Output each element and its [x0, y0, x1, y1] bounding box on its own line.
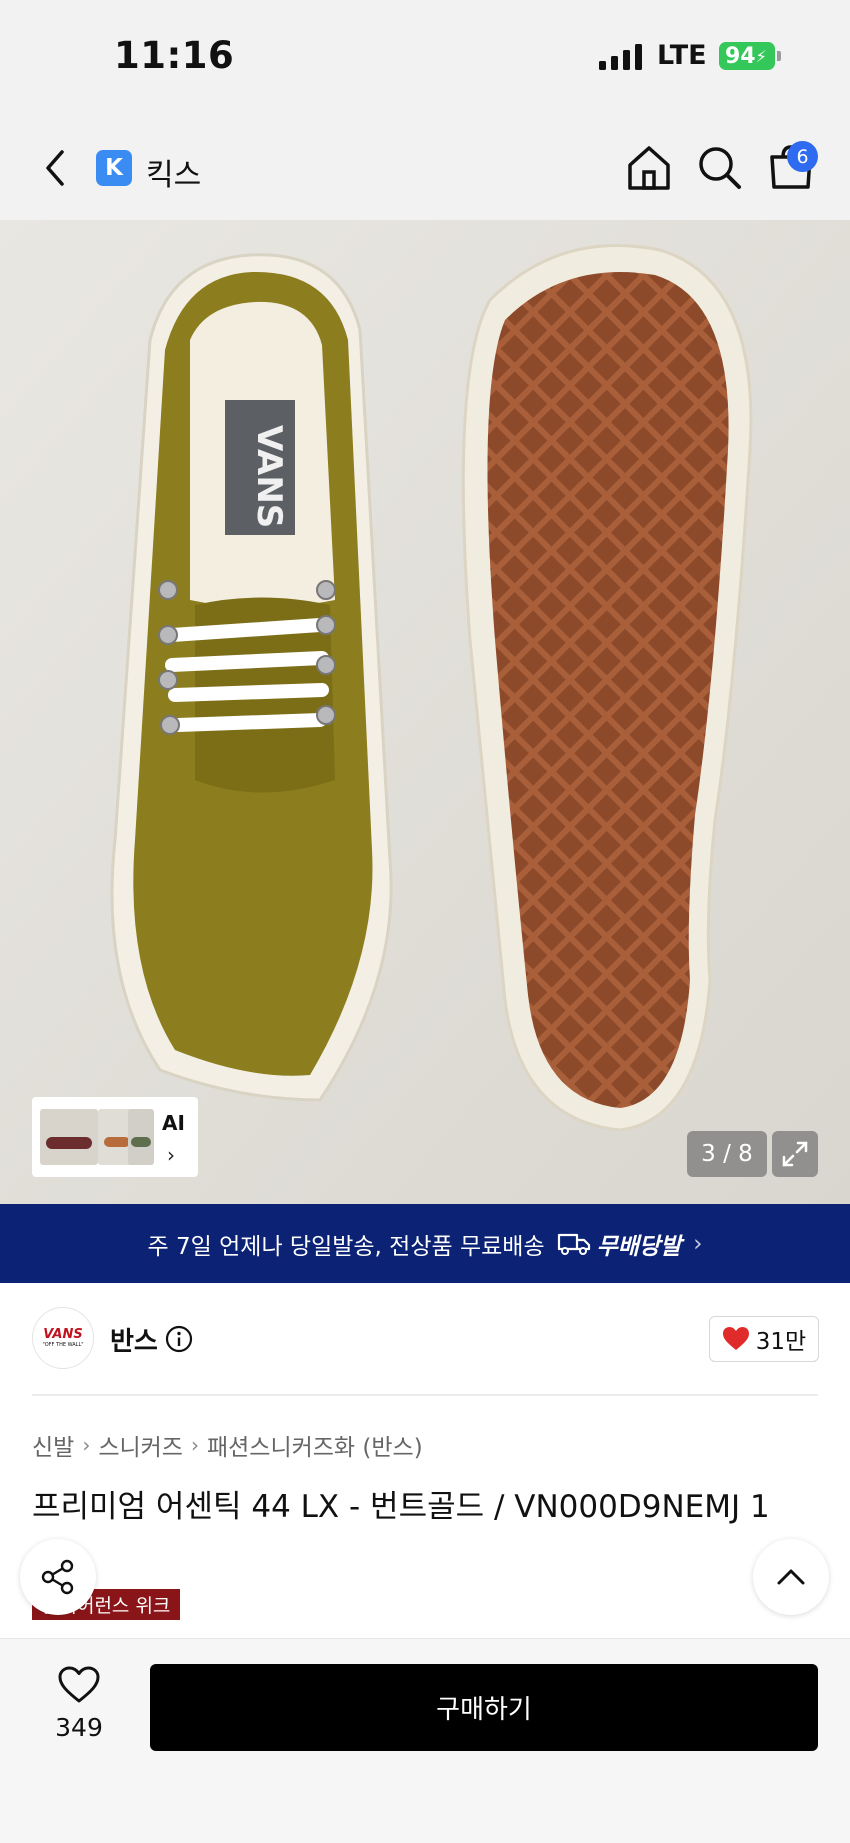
share-icon	[41, 1559, 74, 1595]
brand-logo-sub: "OFF THE WALL"	[42, 1341, 84, 1348]
chevron-right-icon: ›	[82, 1433, 91, 1457]
back-icon[interactable]	[38, 148, 74, 188]
svg-text:VANS: VANS	[249, 425, 289, 528]
heart-outline-icon	[58, 1666, 100, 1703]
status-time: 11:16	[114, 34, 235, 77]
chevron-right-icon: ›	[190, 1433, 199, 1457]
share-button[interactable]	[20, 1539, 96, 1615]
app-logo: K	[96, 150, 132, 186]
thumbnail-1[interactable]	[40, 1109, 98, 1165]
chevron-right-icon: ›	[167, 1143, 175, 1167]
image-counter: 3 / 8	[687, 1131, 767, 1177]
product-image[interactable]: VANS	[0, 220, 850, 1204]
brand-name[interactable]: 반스	[110, 1321, 158, 1358]
breadcrumb-item[interactable]: 스니커즈	[98, 1428, 183, 1462]
brand-like-button[interactable]: 31만	[709, 1316, 819, 1362]
brand-like-count: 31만	[755, 1329, 807, 1355]
divider	[32, 1394, 818, 1396]
thumbnail-3[interactable]	[128, 1109, 154, 1165]
charging-icon: ⚡	[755, 46, 767, 66]
search-icon[interactable]	[697, 145, 743, 191]
brand-logo-text: VANS	[43, 1326, 83, 1342]
free-delivery-service: 무배당발	[557, 1227, 682, 1261]
cart-count-badge: 6	[787, 141, 818, 172]
signal-icon	[599, 44, 642, 70]
nav-title: 킥스	[146, 158, 202, 193]
breadcrumb-item[interactable]: 신발	[32, 1428, 74, 1462]
info-icon[interactable]	[165, 1325, 193, 1353]
delivery-banner[interactable]: 주 7일 언제나 당일발송, 전상품 무료배송 무배당발 ›	[0, 1204, 850, 1283]
breadcrumb-item[interactable]: 패션스니커즈화 (반스)	[207, 1428, 423, 1462]
product-title: 프리미엄 어센틱 44 LX - 번트골드 / VN000D9NEMJ 1	[32, 1489, 770, 1525]
wishlist-count: 349	[55, 1713, 103, 1742]
brand-logo[interactable]: VANS "OFF THE WALL"	[32, 1307, 94, 1369]
banner-text: 주 7일 언제나 당일발송, 전상품 무료배송	[147, 1233, 545, 1260]
expand-button[interactable]	[772, 1131, 818, 1177]
wishlist-button[interactable]	[54, 1666, 104, 1704]
scroll-top-button[interactable]	[753, 1539, 829, 1615]
buy-button[interactable]: 구매하기	[150, 1664, 818, 1751]
chevron-up-icon	[777, 1569, 805, 1585]
ai-label: AI	[162, 1111, 185, 1135]
service-name: 무배당발	[596, 1233, 682, 1260]
battery-nub	[777, 51, 781, 61]
truck-icon	[557, 1233, 590, 1255]
expand-icon	[782, 1141, 808, 1167]
home-icon[interactable]	[627, 145, 671, 191]
product-photo: VANS	[0, 220, 850, 1204]
battery-icon: 94 ⚡	[719, 42, 775, 70]
heart-filled-icon	[722, 1327, 749, 1350]
breadcrumb: 신발 › 스니커즈 › 패션스니커즈화 (반스)	[32, 1428, 423, 1462]
network-label: LTE	[657, 40, 707, 71]
battery-level: 94	[725, 43, 756, 69]
chevron-right-icon: ›	[693, 1230, 703, 1257]
